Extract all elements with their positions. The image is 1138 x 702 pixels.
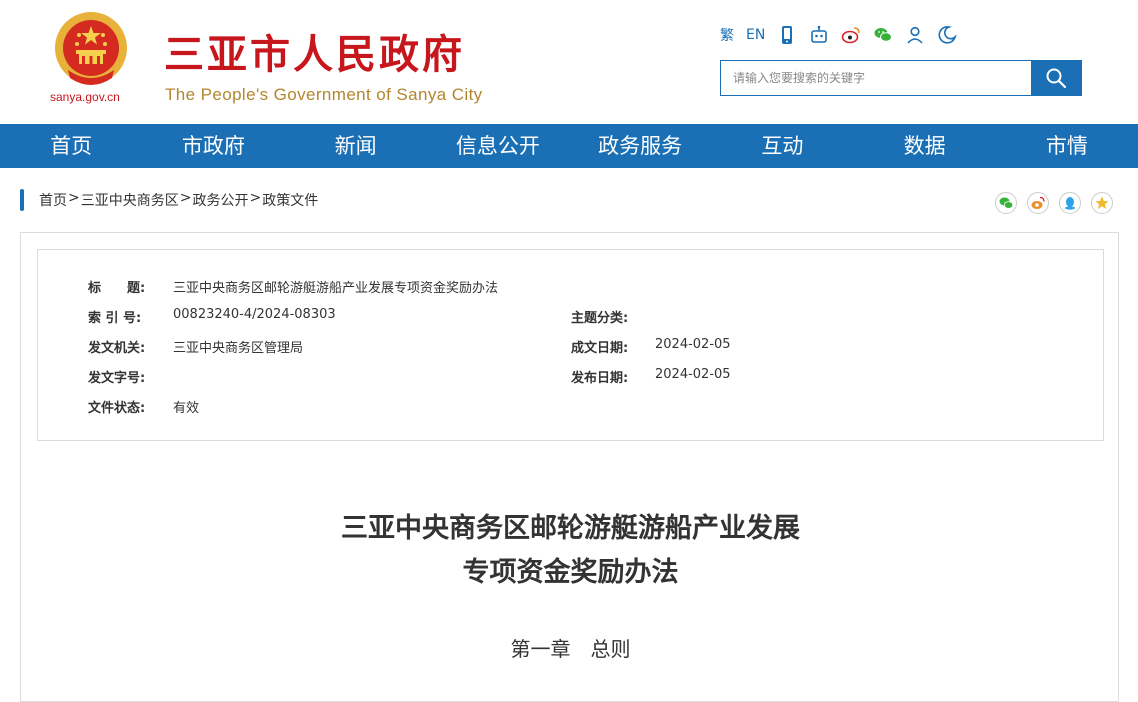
traditional-chinese-link[interactable]: 繁 [720,23,734,47]
wechat-icon [999,197,1014,209]
nav-item-data[interactable]: 数据 [854,124,996,168]
wechat-icon[interactable] [873,23,893,47]
top-toolbar: 繁 EN [720,22,969,48]
breadcrumb-item-cbd[interactable]: 三亚中央商务区 [81,190,179,210]
meta-status-label: 文件状态: [88,401,146,416]
weibo-icon[interactable] [841,23,861,47]
mobile-icon[interactable] [777,23,797,47]
breadcrumb: 首页 > 三亚中央商务区 > 政务公开 > 政策文件 [39,190,318,210]
elder-mode-icon[interactable] [937,23,957,47]
english-link[interactable]: EN [746,23,765,47]
meta-index-label: 索 引 号: [88,311,142,326]
chapter-heading: 第一章 总则 [510,637,631,661]
meta-document-number-label: 发文字号: [88,371,146,386]
meta-topic-label: 主题分类: [571,311,629,326]
search-box [720,60,1082,96]
share-wechat-button[interactable] [995,192,1017,214]
breadcrumb-separator: > [249,190,262,206]
meta-written-date-label: 成文日期: [571,341,629,356]
qq-icon [1065,197,1075,210]
meta-status-value: 有效 [173,401,200,416]
document-title-line-1: 三亚中央商务区邮轮游艇游船产业发展 [341,513,800,544]
robot-icon[interactable] [809,23,829,47]
meta-written-date-value: 2024-02-05 [655,337,731,352]
breadcrumb-separator: > [68,190,80,206]
site-title[interactable]: 三亚市人民政府 [164,22,465,80]
meta-published-date-label: 发布日期: [571,371,629,386]
share-favorite-button[interactable] [1091,192,1113,214]
weibo-icon [1031,196,1045,209]
nav-item-news[interactable]: 新闻 [285,124,427,168]
meta-issuer-value: 三亚中央商务区管理局 [173,341,304,356]
share-weibo-button[interactable] [1027,192,1049,214]
user-icon[interactable] [905,23,925,47]
nav-item-government-services[interactable]: 政务服务 [569,124,711,168]
search-input[interactable] [721,61,1031,95]
site-domain: sanya.gov.cn [50,90,120,104]
breadcrumb-item-home[interactable]: 首页 [39,190,67,210]
star-icon [1095,196,1109,209]
meta-issuer-label: 发文机关: [88,341,146,356]
main-nav: 首页 市政府 新闻 信息公开 政务服务 互动 数据 市情 [0,124,1138,168]
share-bar [995,192,1123,214]
site-title-english: The People's Government of Sanya City [165,85,483,104]
article-container: 标 题: 三亚中央商务区邮轮游艇游船产业发展专项资金奖励办法 索 引 号: 00… [20,232,1119,702]
meta-published-date-value: 2024-02-05 [655,367,731,382]
nav-item-city-government[interactable]: 市政府 [142,124,284,168]
breadcrumb-separator: > [179,190,192,206]
nav-item-interaction[interactable]: 互动 [711,124,853,168]
breadcrumb-item-policy-documents[interactable]: 政策文件 [262,190,318,210]
national-emblem-logo[interactable] [52,8,130,92]
document-metadata: 标 题: 三亚中央商务区邮轮游艇游船产业发展专项资金奖励办法 索 引 号: 00… [37,249,1104,441]
share-qq-button[interactable] [1059,192,1081,214]
breadcrumb-marker [20,189,24,211]
meta-index-value: 00823240-4/2024-08303 [173,307,336,322]
site-header: sanya.gov.cn 三亚市人民政府 The People's Govern… [0,0,1138,124]
nav-item-information-disclosure[interactable]: 信息公开 [427,124,569,168]
nav-item-city-profile[interactable]: 市情 [996,124,1138,168]
meta-title-label: 标 题: [88,281,146,296]
search-icon [1046,68,1067,89]
breadcrumb-item-government-affairs[interactable]: 政务公开 [192,190,248,210]
nav-item-home[interactable]: 首页 [0,124,142,168]
document-title-line-2: 专项资金奖励办法 [462,557,679,588]
search-button[interactable] [1031,61,1081,95]
meta-title-value: 三亚中央商务区邮轮游艇游船产业发展专项资金奖励办法 [173,281,499,296]
